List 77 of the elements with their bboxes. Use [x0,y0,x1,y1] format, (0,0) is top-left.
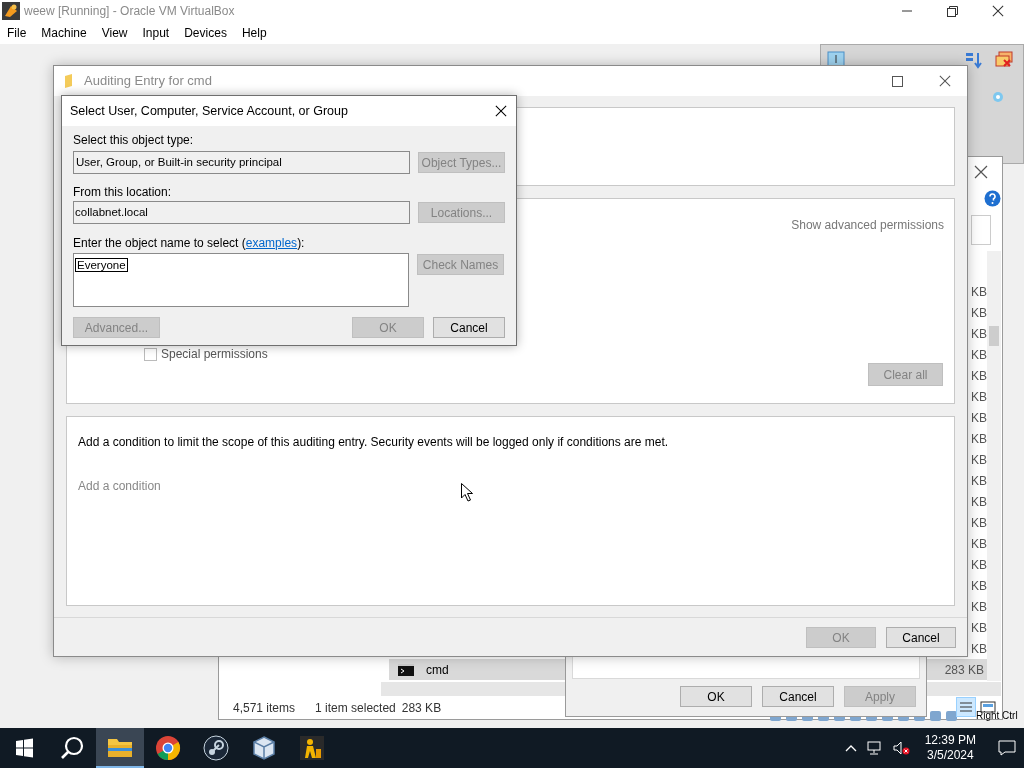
selected-text: Everyone [75,258,128,272]
menu-item[interactable]: File [7,24,27,42]
file-size: KB [971,368,987,385]
clock-date: 3/5/2024 [926,748,974,763]
file-size: KB [971,326,987,343]
toolbar-icon[interactable] [965,51,983,69]
checkbox-label: Special permissions [161,346,268,363]
terminal-icon [398,663,414,676]
window-title: weew [Running] - Oracle VM VirtualBox [24,3,235,20]
menu-item[interactable]: Machine [41,24,87,42]
file-name: cmd [426,661,449,679]
file-size: KB [971,620,987,637]
object-type-field: User, Group, or Built-in security principal [73,151,410,174]
chrome-icon[interactable] [155,735,181,761]
file-size: KB [971,473,987,490]
file-size: KB [971,452,987,469]
search-icon[interactable] [59,735,85,761]
condition-description: Add a condition to limit the scope of this auditing entry. Security events will be logged only if conditions are met. [78,434,670,451]
taskbar-item[interactable] [96,728,144,768]
help-icon[interactable] [984,190,1001,207]
file-size: KB [971,305,987,322]
file-size: KB [971,641,987,658]
restore-icon[interactable] [947,5,958,17]
status-text: 283 KB [401,700,442,717]
dialog-title: Select User, Computer, Service Account, or Group [70,102,348,120]
menu-item[interactable]: Input [142,24,170,42]
search-field[interactable] [971,215,991,245]
chevron-up-icon[interactable] [844,744,857,752]
clock-time: 12:39 PM [924,733,976,748]
file-size: 283 KB [944,661,984,679]
dialog-button[interactable]: OK [680,686,752,707]
examples-link[interactable]: examples [245,236,298,250]
maximize-icon[interactable] [892,75,903,87]
scrollbar[interactable] [987,251,1001,681]
status-text: 1 item selected [315,700,396,717]
close-icon[interactable] [974,165,988,179]
volume-muted-icon[interactable] [892,741,911,755]
file-size: KB [971,389,987,406]
figure-icon[interactable] [299,735,325,761]
file-size: KB [971,494,987,511]
menu-item[interactable]: Help [241,24,267,42]
close-icon[interactable] [992,5,1004,17]
dialog-button[interactable]: Cancel [762,686,834,707]
dialog-button[interactable]: Cancel [433,317,505,338]
toolbar-icon[interactable] [995,51,1013,69]
add-condition-link[interactable]: Add a condition [78,477,943,495]
object-name-field[interactable]: Everyone [73,253,409,307]
menu-item[interactable]: Devices [184,24,227,42]
network-icon[interactable] [866,741,883,755]
steam-icon[interactable] [203,735,229,761]
menu-item[interactable]: View [101,24,128,42]
file-size: KB [971,347,987,364]
file-size: KB [971,515,987,532]
close-icon[interactable] [939,75,951,87]
file-size: KB [971,431,987,448]
location-field: collabnet.local [73,201,410,224]
notification-icon[interactable] [998,740,1016,756]
file-size: KB [971,599,987,616]
dialog-button[interactable]: Cancel [886,627,956,648]
field-label: From this location: [73,185,173,199]
file-size: KB [971,578,987,595]
field-label: Enter the object name to select (examples): [73,236,306,250]
file-size: KB [971,557,987,574]
cube-icon[interactable] [251,735,277,761]
field-label: Select this object type: [73,133,195,147]
folder-icon[interactable] [107,736,133,758]
host-key-label: Right Ctrl [976,710,1018,722]
file-size: KB [971,410,987,427]
close-icon[interactable] [495,105,507,117]
app-logo-icon [2,2,20,20]
checkbox[interactable] [144,347,157,361]
file-size: KB [971,284,987,301]
show-advanced-link[interactable]: Show advanced permissions [791,216,944,234]
mouse-pointer-icon [461,483,473,502]
status-text: 4,571 items [233,700,296,717]
file-size: KB [971,536,987,553]
window-title: Auditing Entry for cmd [84,72,212,91]
